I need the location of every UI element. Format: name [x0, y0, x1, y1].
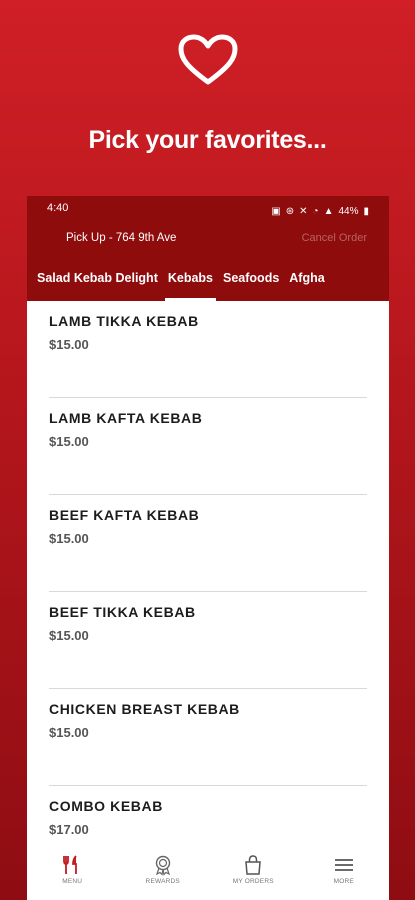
bag-icon	[245, 855, 262, 875]
sync-icon: ⊛	[285, 205, 295, 217]
signal-icon: ▲	[323, 205, 334, 217]
nav-my-orders[interactable]: MY ORDERS	[213, 854, 293, 885]
item-name: BEEF KAFTA KEBAB	[49, 507, 200, 523]
item-name: COMBO KEBAB	[49, 798, 163, 814]
nav-label: MORE	[333, 878, 354, 885]
item-price: $15.00	[49, 628, 89, 643]
battery-icon: ▮	[363, 205, 369, 217]
mute-icon: ✕	[299, 205, 308, 217]
battery-text: 44%	[338, 205, 359, 217]
menu-item[interactable]: CHICKEN BREAST KEBAB $15.00	[49, 689, 367, 786]
tab-salad-kebab-delight[interactable]: Salad Kebab Delight	[37, 267, 158, 301]
status-time: 4:40	[47, 202, 69, 214]
status-icons: ▣ ⊛ ✕ ◔ ▲ 44% ▮	[271, 202, 369, 220]
phone-screen: 4:40 ▣ ⊛ ✕ ◔ ▲ 44% ▮ Pick Up - 764 9th A…	[27, 196, 389, 900]
nav-label: REWARDS	[145, 878, 180, 885]
hamburger-icon	[334, 859, 353, 871]
menu-item[interactable]: BEEF KAFTA KEBAB $15.00	[49, 495, 367, 592]
item-price: $17.00	[49, 822, 89, 837]
category-tabs: Salad Kebab Delight Kebabs Seafoods Afgh…	[27, 267, 389, 301]
tab-kebabs[interactable]: Kebabs	[164, 267, 217, 301]
app-header: 4:40 ▣ ⊛ ✕ ◔ ▲ 44% ▮ Pick Up - 764 9th A…	[27, 196, 389, 301]
item-price: $15.00	[49, 337, 89, 352]
menu-item[interactable]: LAMB TIKKA KEBAB $15.00	[49, 301, 367, 398]
fork-knife-icon	[63, 855, 78, 874]
menu-item[interactable]: LAMB KAFTA KEBAB $15.00	[49, 398, 367, 495]
menu-item[interactable]: BEEF TIKKA KEBAB $15.00	[49, 592, 367, 689]
nav-more[interactable]: MORE	[304, 854, 384, 885]
item-name: LAMB TIKKA KEBAB	[49, 313, 199, 329]
nav-menu[interactable]: MENU	[32, 854, 112, 885]
status-bar: 4:40 ▣ ⊛ ✕ ◔ ▲ 44% ▮	[27, 196, 389, 220]
pickup-location[interactable]: Pick Up - 764 9th Ave	[66, 232, 176, 252]
promo-headline: Pick your favorites...	[88, 126, 327, 154]
item-name: CHICKEN BREAST KEBAB	[49, 701, 240, 717]
menu-list: LAMB TIKKA KEBAB $15.00 LAMB KAFTA KEBAB…	[27, 301, 389, 883]
item-name: LAMB KAFTA KEBAB	[49, 410, 203, 426]
notification-icon: ▣	[271, 205, 281, 217]
tab-seafoods[interactable]: Seafoods	[223, 267, 279, 301]
nav-label: MENU	[62, 878, 83, 885]
pickup-row: Pick Up - 764 9th Ave Cancel Order	[27, 232, 389, 252]
cancel-order-button[interactable]: Cancel Order	[302, 232, 367, 252]
award-icon	[155, 855, 170, 876]
heart-icon	[178, 34, 238, 85]
nav-rewards[interactable]: REWARDS	[123, 854, 203, 885]
bottom-nav: MENU REWARDS MY ORDERS MORE	[27, 848, 389, 900]
item-price: $15.00	[49, 531, 89, 546]
item-name: BEEF TIKKA KEBAB	[49, 604, 196, 620]
wifi-icon: ◔	[312, 205, 319, 217]
tab-afghan[interactable]: Afgha	[289, 267, 324, 301]
item-price: $15.00	[49, 725, 89, 740]
item-price: $15.00	[49, 434, 89, 449]
nav-label: MY ORDERS	[232, 878, 274, 885]
